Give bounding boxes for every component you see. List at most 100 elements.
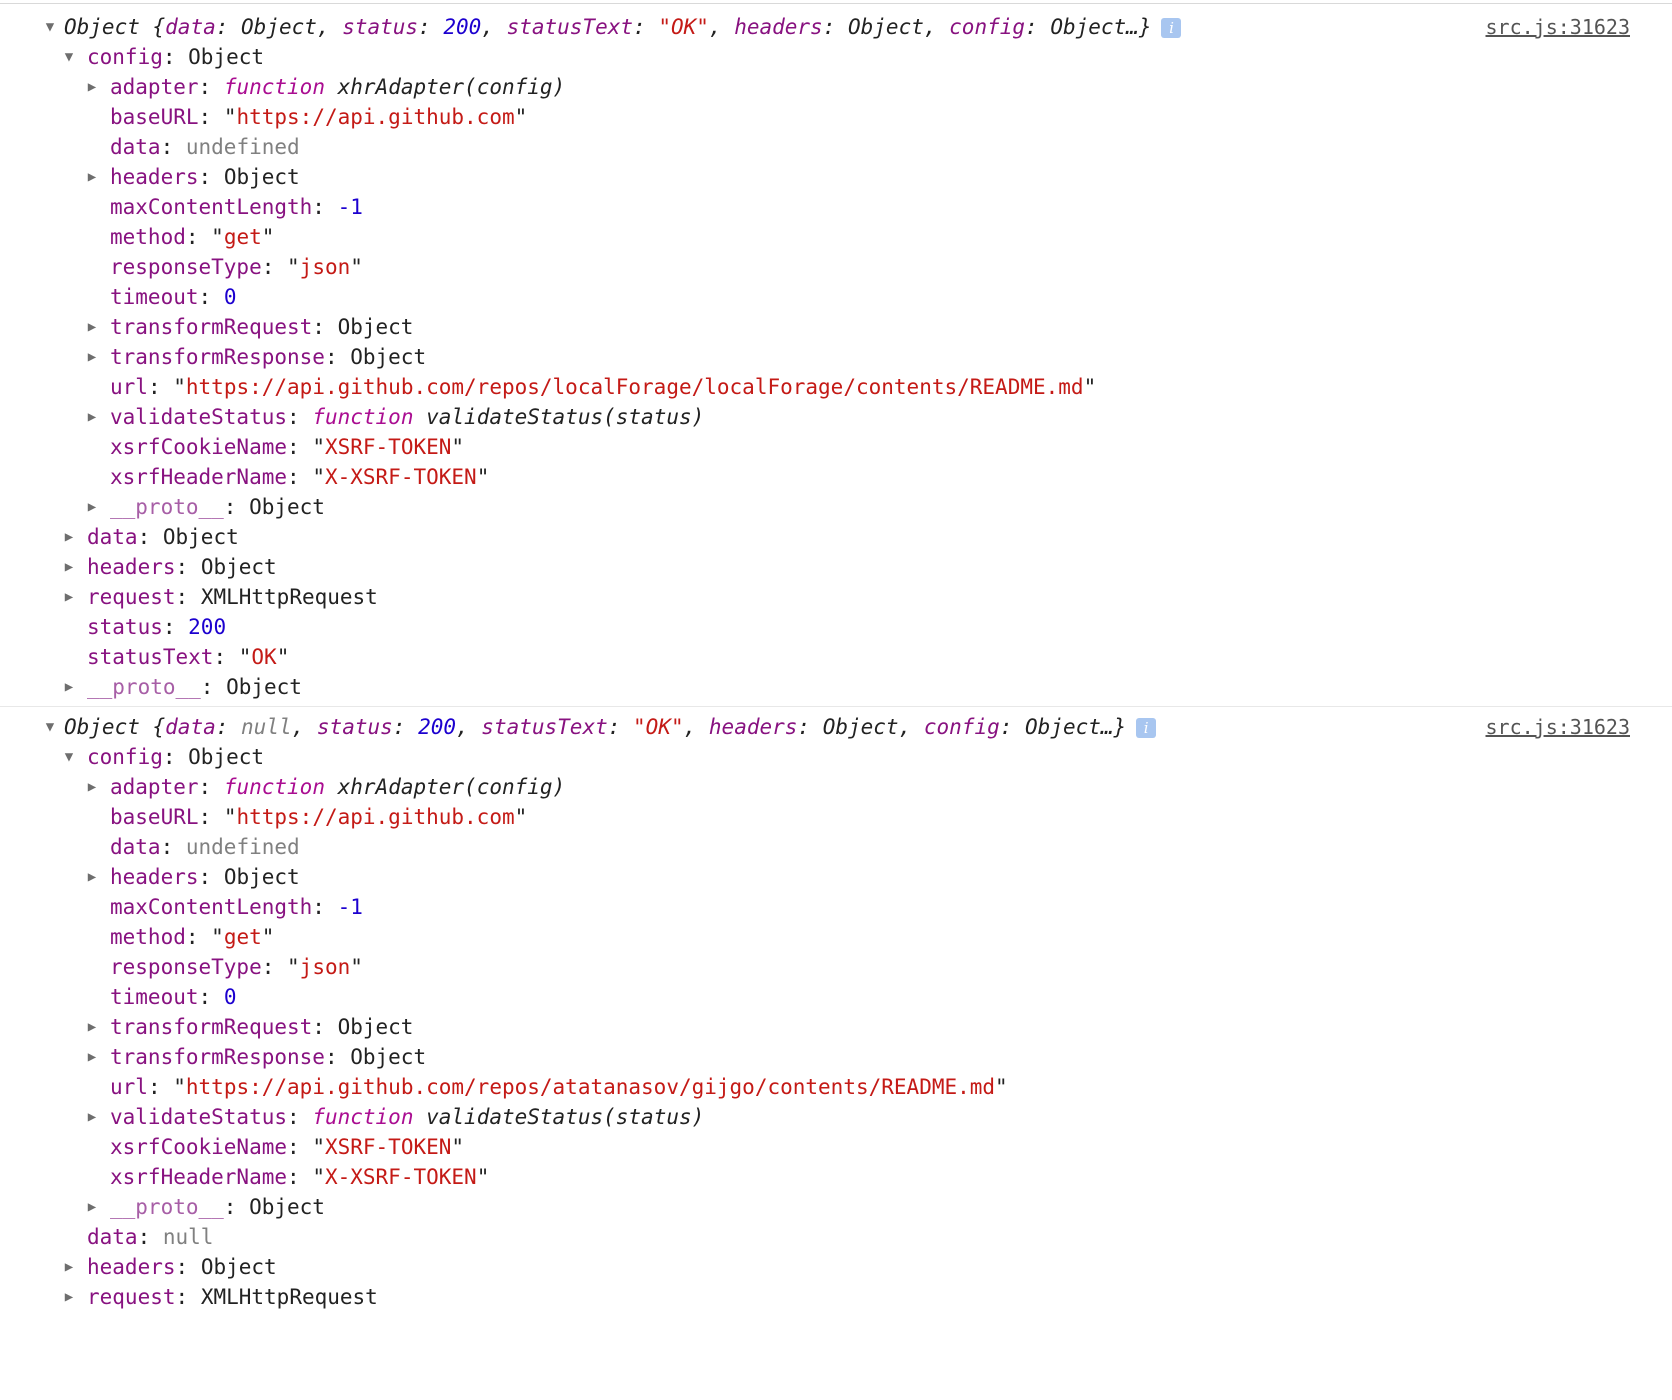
info-icon[interactable]: i xyxy=(1136,718,1157,738)
property-row[interactable]: ▼ config: Object xyxy=(65,742,265,772)
property-value: XSRF-TOKEN xyxy=(324,1135,452,1159)
quote: " xyxy=(1083,375,1097,399)
punct: : xyxy=(198,285,224,309)
expand-arrow-icon[interactable]: ▼ xyxy=(62,742,76,772)
expand-arrow-icon[interactable]: ▼ xyxy=(43,712,57,742)
property-value: get xyxy=(223,925,262,949)
property-row[interactable]: ▶ transformRequest: Object xyxy=(88,312,414,342)
property-value: json xyxy=(299,255,351,279)
function-keyword: function xyxy=(312,1105,414,1129)
punct: : xyxy=(324,1045,351,1069)
log-entry-summary[interactable]: ▼ Object {data: null, status: 200, status… xyxy=(46,712,1157,742)
punct: : xyxy=(162,45,189,69)
collapse-arrow-icon[interactable]: ▶ xyxy=(85,72,99,102)
property-row[interactable]: ▶ headers: Object xyxy=(88,162,300,192)
property-value: Object xyxy=(350,345,427,369)
property-value: Object xyxy=(223,165,300,189)
property-row[interactable]: ▶ transformResponse: Object xyxy=(88,342,427,372)
property-row: responseType: "json" xyxy=(110,252,363,282)
summary-key: statusText xyxy=(506,15,634,39)
property-value: Object xyxy=(200,555,277,579)
expand-arrow-icon[interactable]: ▼ xyxy=(62,42,76,72)
punct: : xyxy=(287,465,313,489)
property-row[interactable]: ▶ adapter: function xhrAdapter(config) xyxy=(88,72,565,102)
property-value: undefined xyxy=(185,135,300,159)
quote: " xyxy=(238,645,252,669)
punct: : xyxy=(392,715,419,739)
property-key: __proto__ xyxy=(87,675,201,699)
property-row[interactable]: ▶ __proto__: Object xyxy=(88,1192,325,1222)
summary-value: 200 xyxy=(418,715,456,739)
collapse-arrow-icon[interactable]: ▶ xyxy=(62,672,76,702)
collapse-arrow-icon[interactable]: ▶ xyxy=(85,312,99,342)
property-row[interactable]: ▼ config: Object xyxy=(65,42,264,72)
collapse-arrow-icon[interactable]: ▶ xyxy=(85,1012,99,1042)
punct: , xyxy=(316,15,343,39)
quote: " xyxy=(261,925,275,949)
punct: : xyxy=(175,555,201,579)
collapse-arrow-icon[interactable]: ▶ xyxy=(85,1192,99,1222)
property-row[interactable]: ▶ request: XMLHttpRequest xyxy=(65,1282,378,1312)
property-key: status xyxy=(87,615,163,639)
collapse-arrow-icon[interactable]: ▶ xyxy=(62,1252,76,1282)
property-row[interactable]: ▶ adapter: function xhrAdapter(config) xyxy=(88,772,565,802)
punct: : xyxy=(312,315,338,339)
punct: : xyxy=(215,715,242,739)
summary-key: status xyxy=(316,715,393,739)
property-value: Object xyxy=(188,745,265,769)
property-row: statusText: "OK" xyxy=(87,642,289,672)
property-row[interactable]: ▶ data: Object xyxy=(65,522,239,552)
property-row[interactable]: ▶ validateStatus: function validateStatus… xyxy=(88,1102,705,1132)
property-row[interactable]: ▶ headers: Object xyxy=(65,552,277,582)
collapse-arrow-icon[interactable]: ▶ xyxy=(85,1042,99,1072)
property-row[interactable]: ▶ __proto__: Object xyxy=(88,492,325,522)
property-value: Object xyxy=(200,1255,277,1279)
property-value: Object xyxy=(337,315,414,339)
collapse-arrow-icon[interactable]: ▶ xyxy=(85,492,99,522)
property-row[interactable]: ▶ headers: Object xyxy=(88,862,300,892)
summary-key: headers xyxy=(734,15,823,39)
collapse-arrow-icon[interactable]: ▶ xyxy=(62,582,76,612)
property-row: xsrfHeaderName: "X-XSRF-TOKEN" xyxy=(110,1162,489,1192)
collapse-arrow-icon[interactable]: ▶ xyxy=(62,522,76,552)
collapse-arrow-icon[interactable]: ▶ xyxy=(62,1282,76,1312)
property-value: 0 xyxy=(223,985,237,1009)
property-value: Object xyxy=(337,1015,414,1039)
punct: : xyxy=(160,835,186,859)
property-row[interactable]: ▶ transformRequest: Object xyxy=(88,1012,414,1042)
collapse-arrow-icon[interactable]: ▶ xyxy=(85,342,99,372)
property-value: X-XSRF-TOKEN xyxy=(324,1165,477,1189)
property-row[interactable]: ▶ validateStatus: function validateStatus… xyxy=(88,402,705,432)
collapse-arrow-icon[interactable]: ▶ xyxy=(85,772,99,802)
quote: " xyxy=(287,955,300,979)
collapse-arrow-icon[interactable]: ▶ xyxy=(85,402,99,432)
property-key: adapter xyxy=(110,775,199,799)
property-value: XMLHttpRequest xyxy=(200,1285,378,1309)
punct: : xyxy=(324,345,351,369)
property-row: responseType: "json" xyxy=(110,952,363,982)
collapse-arrow-icon[interactable]: ▶ xyxy=(85,862,99,892)
collapse-arrow-icon[interactable]: ▶ xyxy=(85,1102,99,1132)
punct: : xyxy=(137,525,163,549)
property-row[interactable]: ▶ headers: Object xyxy=(65,1252,277,1282)
punct: : xyxy=(147,1075,174,1099)
punct: : xyxy=(287,405,313,429)
property-row[interactable]: ▶ request: XMLHttpRequest xyxy=(65,582,378,612)
property-value: undefined xyxy=(185,835,300,859)
collapse-arrow-icon[interactable]: ▶ xyxy=(62,552,76,582)
source-link[interactable]: src.js:31623 xyxy=(1486,12,1631,42)
collapse-arrow-icon[interactable]: ▶ xyxy=(85,162,99,192)
quote: " xyxy=(350,955,363,979)
property-key: __proto__ xyxy=(110,495,224,519)
property-row[interactable]: ▶ __proto__: Object xyxy=(65,672,302,702)
expand-arrow-icon[interactable]: ▼ xyxy=(43,12,57,42)
property-row: data: undefined xyxy=(110,832,300,862)
source-link[interactable]: src.js:31623 xyxy=(1486,712,1631,742)
log-entry-summary[interactable]: ▼ Object {data: Object, status: 200, stat… xyxy=(46,12,1182,42)
property-key: request xyxy=(87,585,176,609)
property-row[interactable]: ▶ transformResponse: Object xyxy=(88,1042,426,1072)
info-icon[interactable]: i xyxy=(1161,18,1182,38)
quote: " xyxy=(451,1135,465,1159)
property-value: https://api.github.com/repos/atatanasov/… xyxy=(185,1075,996,1099)
